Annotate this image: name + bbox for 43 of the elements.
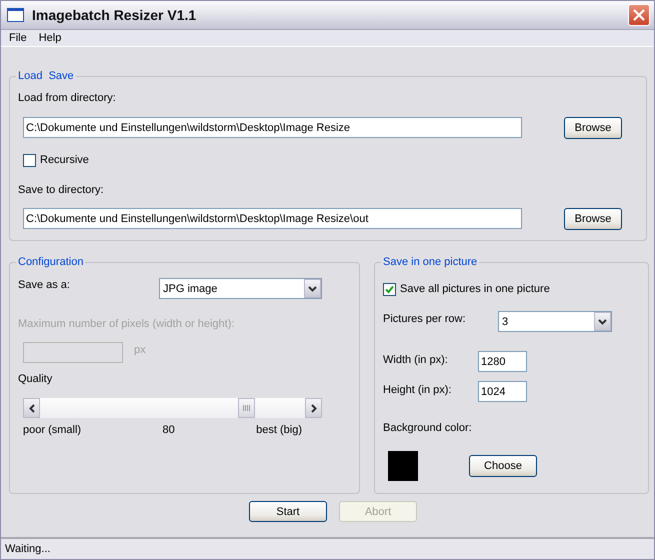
chevron-left-icon bbox=[28, 404, 34, 412]
app-icon bbox=[7, 8, 24, 22]
group-title: Configuration bbox=[16, 255, 86, 269]
menu-item[interactable]: Help bbox=[32, 30, 68, 46]
choose-button[interactable]: Choose bbox=[469, 455, 537, 477]
scroll-right-button[interactable] bbox=[305, 398, 322, 418]
scale-label: poor (small) bbox=[23, 423, 82, 437]
menu-item[interactable]: File bbox=[3, 30, 33, 46]
status-bar: Waiting... bbox=[1, 537, 654, 559]
field-label: Height (in px): bbox=[383, 383, 452, 397]
field-label: Background color: bbox=[383, 421, 473, 435]
slider-thumb[interactable] bbox=[238, 398, 256, 418]
unit-label: px bbox=[134, 343, 146, 357]
disabled-button: Abort bbox=[339, 501, 417, 522]
field-label: Pictures per row: bbox=[383, 312, 467, 326]
quality-slider[interactable] bbox=[23, 398, 322, 418]
browse-button[interactable]: Browse bbox=[564, 208, 622, 230]
checkbox[interactable] bbox=[23, 154, 36, 166]
chevron-right-icon bbox=[310, 404, 316, 412]
field-label: Width (in px): bbox=[383, 353, 449, 367]
checkbox-label: Recursive bbox=[40, 153, 89, 167]
group-title: Save in one picture bbox=[381, 255, 480, 269]
checkbox-label: Save all pictures in one picture bbox=[400, 282, 550, 296]
dropdown[interactable]: JPG image bbox=[159, 278, 322, 299]
field-label: Save to directory: bbox=[18, 183, 105, 197]
dropdown[interactable]: 3 bbox=[498, 311, 612, 332]
field-label: Save as a: bbox=[18, 278, 71, 293]
field-label: Load from directory: bbox=[18, 91, 117, 105]
slider-value: 80 bbox=[162, 423, 175, 437]
field-label: Maximum number of pixels (width or height): bbox=[18, 317, 236, 331]
browse-button[interactable]: Browse bbox=[564, 117, 622, 139]
field-label: Quality bbox=[18, 372, 54, 386]
action-button[interactable]: Start bbox=[249, 501, 327, 522]
path-field[interactable]: C:\Dokumente und Einstellungen\wildstorm\Desktop\Image Resize\out bbox=[23, 208, 522, 229]
checkbox[interactable] bbox=[383, 282, 396, 296]
close-button[interactable] bbox=[628, 4, 650, 26]
scroll-left-button[interactable] bbox=[23, 398, 40, 418]
window-title: Imagebatch Resizer V1.1 bbox=[32, 8, 196, 22]
close-icon bbox=[633, 9, 645, 21]
path-field[interactable]: C:\Dokumente und Einstellungen\wildstorm\Desktop\Image Resize bbox=[23, 117, 522, 138]
scale-label: best (big) bbox=[256, 423, 302, 437]
number-field[interactable]: 1280 bbox=[478, 351, 527, 372]
number-field[interactable]: 1024 bbox=[478, 381, 527, 402]
